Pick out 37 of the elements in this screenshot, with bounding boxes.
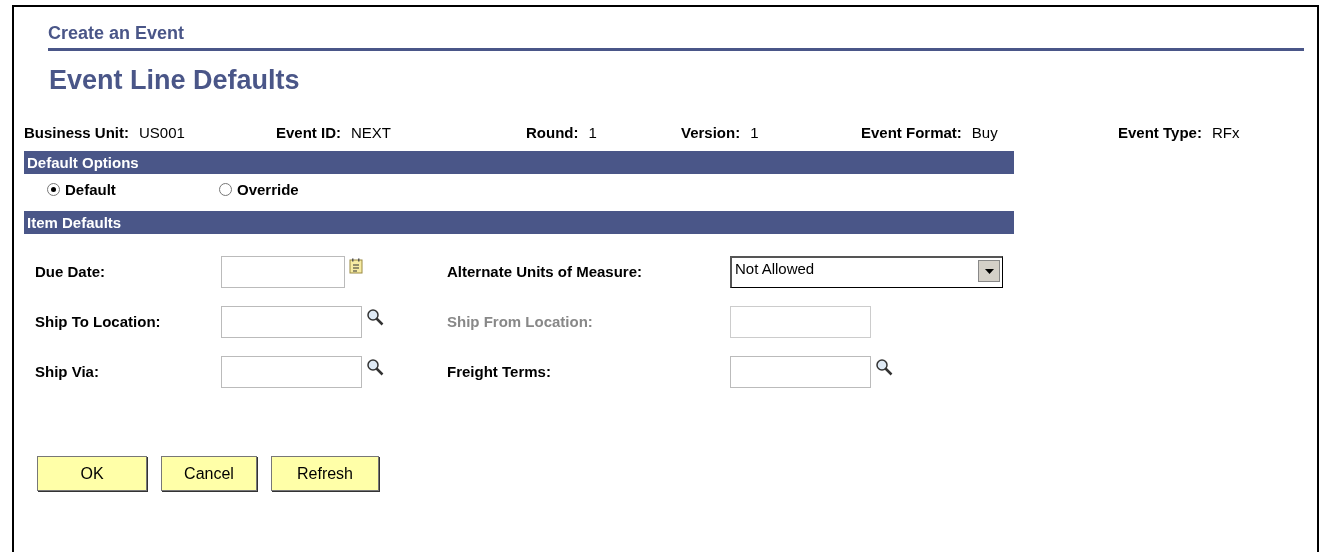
input-field[interactable] bbox=[730, 356, 871, 388]
input-field[interactable] bbox=[221, 256, 345, 288]
field-value: 1 bbox=[588, 123, 597, 141]
dropdown[interactable]: Not Allowed bbox=[730, 256, 1003, 288]
field-value: Buy bbox=[971, 123, 998, 141]
section-header: Default Options bbox=[24, 151, 1014, 174]
section-header: Item Defaults bbox=[24, 211, 1014, 234]
search-icon[interactable] bbox=[875, 358, 893, 376]
calendar-icon[interactable] bbox=[349, 258, 363, 274]
input-field[interactable] bbox=[221, 306, 362, 338]
action-button[interactable]: OK bbox=[37, 456, 147, 491]
field-value: NEXT bbox=[351, 123, 392, 141]
search-icon[interactable] bbox=[366, 308, 384, 326]
field-label: Alternate Units of Measure: bbox=[447, 262, 644, 282]
field-label: Event ID: bbox=[276, 123, 341, 141]
field-label: Version: bbox=[681, 123, 741, 141]
action-button[interactable]: Refresh bbox=[271, 456, 379, 491]
caret-icon bbox=[984, 268, 994, 274]
field-label: Due Date: bbox=[34, 262, 106, 282]
field-label: Event Format: bbox=[861, 123, 962, 141]
radio-option[interactable]: Override bbox=[219, 180, 391, 198]
field-label: Round: bbox=[526, 123, 579, 141]
field-label: Event Type: bbox=[1118, 123, 1202, 141]
field-label: Ship Via: bbox=[34, 362, 100, 382]
field-value: RFx bbox=[1211, 123, 1240, 141]
input-field[interactable] bbox=[221, 356, 362, 388]
field-label: Ship From Location: bbox=[447, 312, 594, 332]
field-label: Business Unit: bbox=[24, 123, 129, 141]
page-title: Event Line Defaults bbox=[49, 65, 301, 96]
page-header: Create an Event bbox=[48, 23, 1304, 51]
radio-option[interactable]: Default bbox=[47, 180, 219, 198]
field-label: Ship To Location: bbox=[34, 312, 162, 332]
field-label: Freight Terms: bbox=[447, 362, 552, 382]
field-value: US001 bbox=[139, 123, 185, 141]
field-value: 1 bbox=[750, 123, 759, 141]
action-button[interactable]: Cancel bbox=[161, 456, 257, 491]
search-icon[interactable] bbox=[366, 358, 384, 376]
